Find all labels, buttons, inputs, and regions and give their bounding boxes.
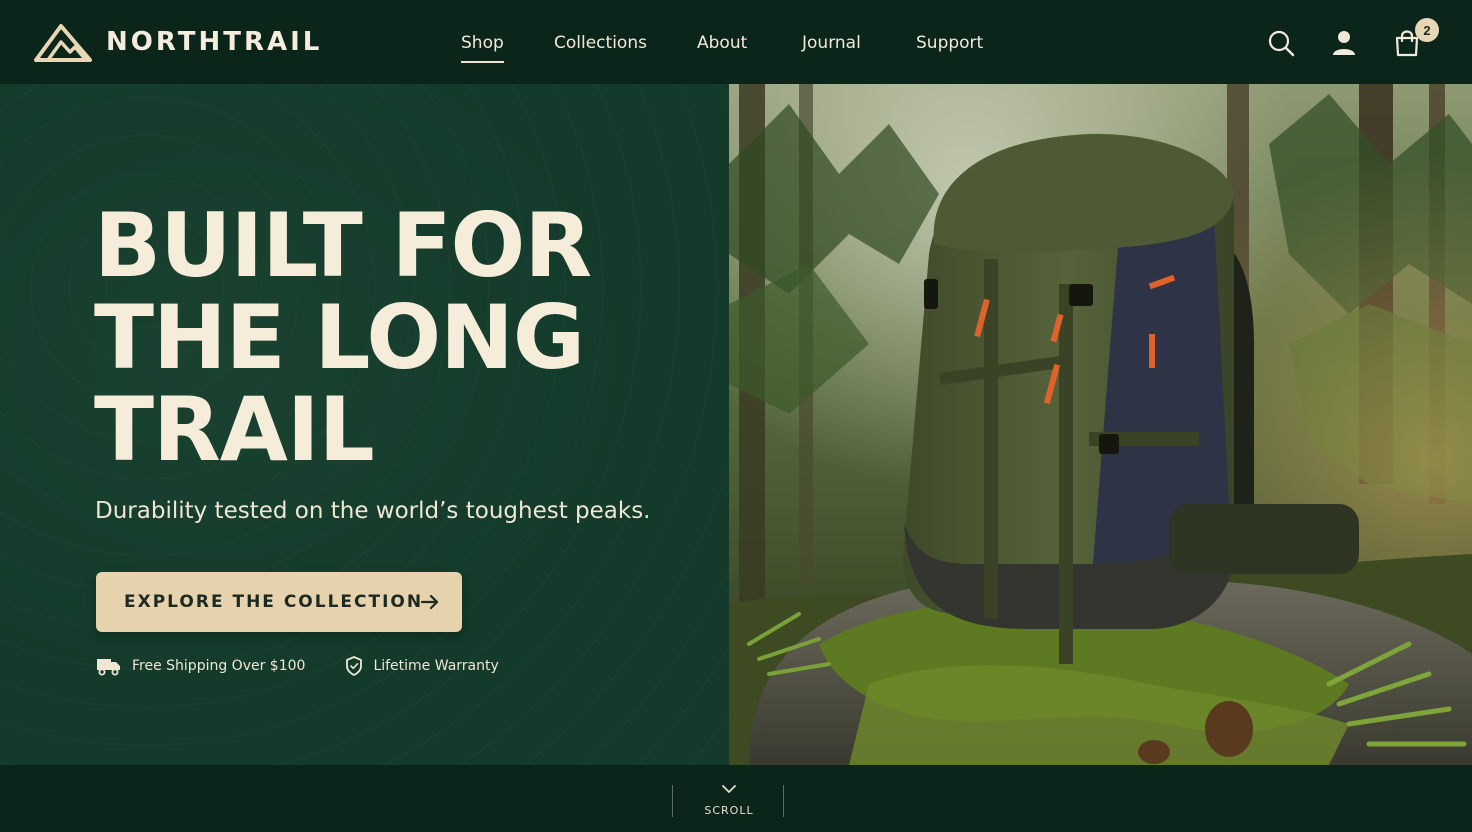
scroll-label: SCROLL	[704, 804, 754, 817]
hero-text-panel: BUILT FOR THE LONG TRAIL Durability test…	[0, 84, 729, 765]
nav-item-shop[interactable]: Shop	[461, 33, 504, 63]
search-icon[interactable]	[1266, 28, 1296, 58]
shield-icon	[346, 656, 363, 676]
cart-count-badge: 2	[1415, 18, 1439, 42]
hero-product-image	[729, 84, 1472, 765]
truck-icon	[97, 659, 120, 676]
scroll-bar: SCROLL	[0, 765, 1472, 832]
nav-item-collections[interactable]: Collections	[554, 33, 647, 53]
perk-free-shipping: Free Shipping Over $100	[96, 656, 305, 676]
scroll-indicator[interactable]: SCROLL	[672, 785, 784, 817]
perks-row: Free Shipping Over $100 Lifetime Warrant…	[96, 656, 499, 676]
user-icon[interactable]	[1329, 28, 1359, 58]
perk-warranty: Lifetime Warranty	[345, 656, 499, 676]
nav-item-journal[interactable]: Journal	[802, 33, 861, 53]
perk-label: Lifetime Warranty	[373, 658, 499, 674]
backpack-forest-image	[729, 84, 1472, 765]
arrow-right-icon	[420, 594, 439, 610]
nav-item-support[interactable]: Support	[916, 33, 983, 53]
site-header: NORTHTRAIL Shop Collections About Journa…	[0, 0, 1472, 84]
nav-item-about[interactable]: About	[697, 33, 747, 53]
hero-subhead: Durability tested on the world’s toughes…	[95, 498, 651, 524]
chevron-down-icon	[722, 785, 736, 793]
explore-collection-button[interactable]: EXPLORE THE COLLECTION	[96, 572, 462, 632]
cta-label: EXPLORE THE COLLECTION	[124, 592, 424, 612]
perk-label: Free Shipping Over $100	[132, 658, 306, 674]
hero-headline: BUILT FOR THE LONG TRAIL	[94, 194, 592, 481]
mountain-logo-icon	[34, 24, 92, 62]
brand-logo[interactable]: NORTHTRAIL	[34, 22, 322, 62]
brand-name: NORTHTRAIL	[106, 27, 323, 57]
